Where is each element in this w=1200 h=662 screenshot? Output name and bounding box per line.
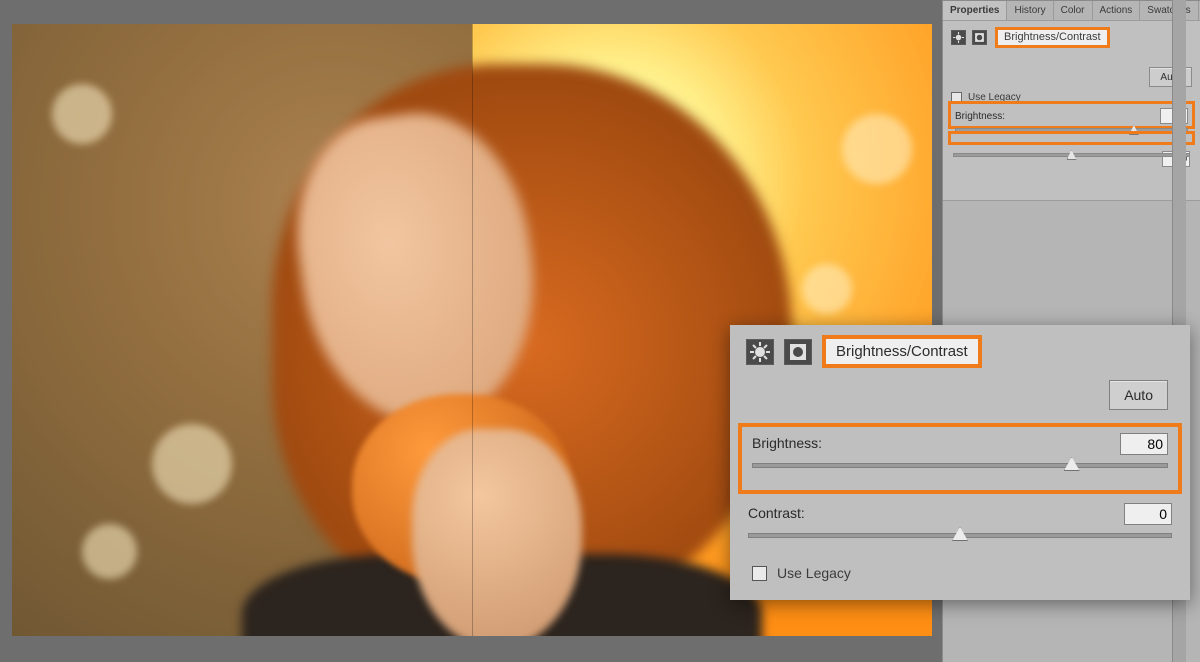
properties-panel-zoom: Brightness/Contrast Auto Brightness: Con…	[730, 325, 1190, 600]
tab-swatches[interactable]: Swatches	[1140, 1, 1198, 20]
use-legacy-label: Use Legacy	[777, 565, 851, 581]
tab-history[interactable]: History	[1007, 1, 1053, 20]
brightness-label: Brightness:	[955, 111, 1005, 122]
brightness-contrast-icon	[746, 339, 774, 365]
contrast-thumb[interactable]	[952, 527, 968, 541]
contrast-label: Contrast:	[748, 505, 805, 521]
brightness-value-input[interactable]	[1120, 433, 1168, 455]
checkbox-icon	[752, 566, 767, 581]
contrast-value-input[interactable]	[1124, 503, 1172, 525]
brightness-slider[interactable]	[752, 463, 1168, 468]
highlight-strip	[948, 131, 1195, 145]
brightness-contrast-icon	[951, 30, 966, 45]
adjustment-title: Brightness/Contrast	[822, 335, 982, 368]
adjustment-title: Brightness/Contrast	[995, 27, 1110, 48]
tab-properties[interactable]: Properties	[943, 1, 1007, 20]
panel-tabs: Properties History Color Actions Swatche…	[943, 0, 1200, 20]
compare-divider	[472, 24, 473, 636]
properties-panel: Brightness/Contrast Auto Brightness:	[943, 20, 1200, 200]
use-legacy-option[interactable]: Use Legacy	[752, 565, 851, 581]
contrast-slider[interactable]	[748, 533, 1172, 538]
highlight-brightness: Brightness:	[948, 101, 1195, 129]
brightness-thumb[interactable]	[1064, 457, 1080, 471]
brightness-label: Brightness:	[752, 435, 822, 451]
contrast-thumb[interactable]	[1067, 150, 1077, 160]
highlight-brightness: Brightness:	[738, 423, 1182, 494]
layer-mask-icon	[972, 30, 987, 45]
auto-button[interactable]: Auto	[1109, 380, 1168, 410]
tab-color[interactable]: Color	[1054, 1, 1093, 20]
layer-mask-icon	[784, 339, 812, 365]
tab-actions[interactable]: Actions	[1093, 1, 1141, 20]
contrast-slider[interactable]	[953, 153, 1190, 157]
